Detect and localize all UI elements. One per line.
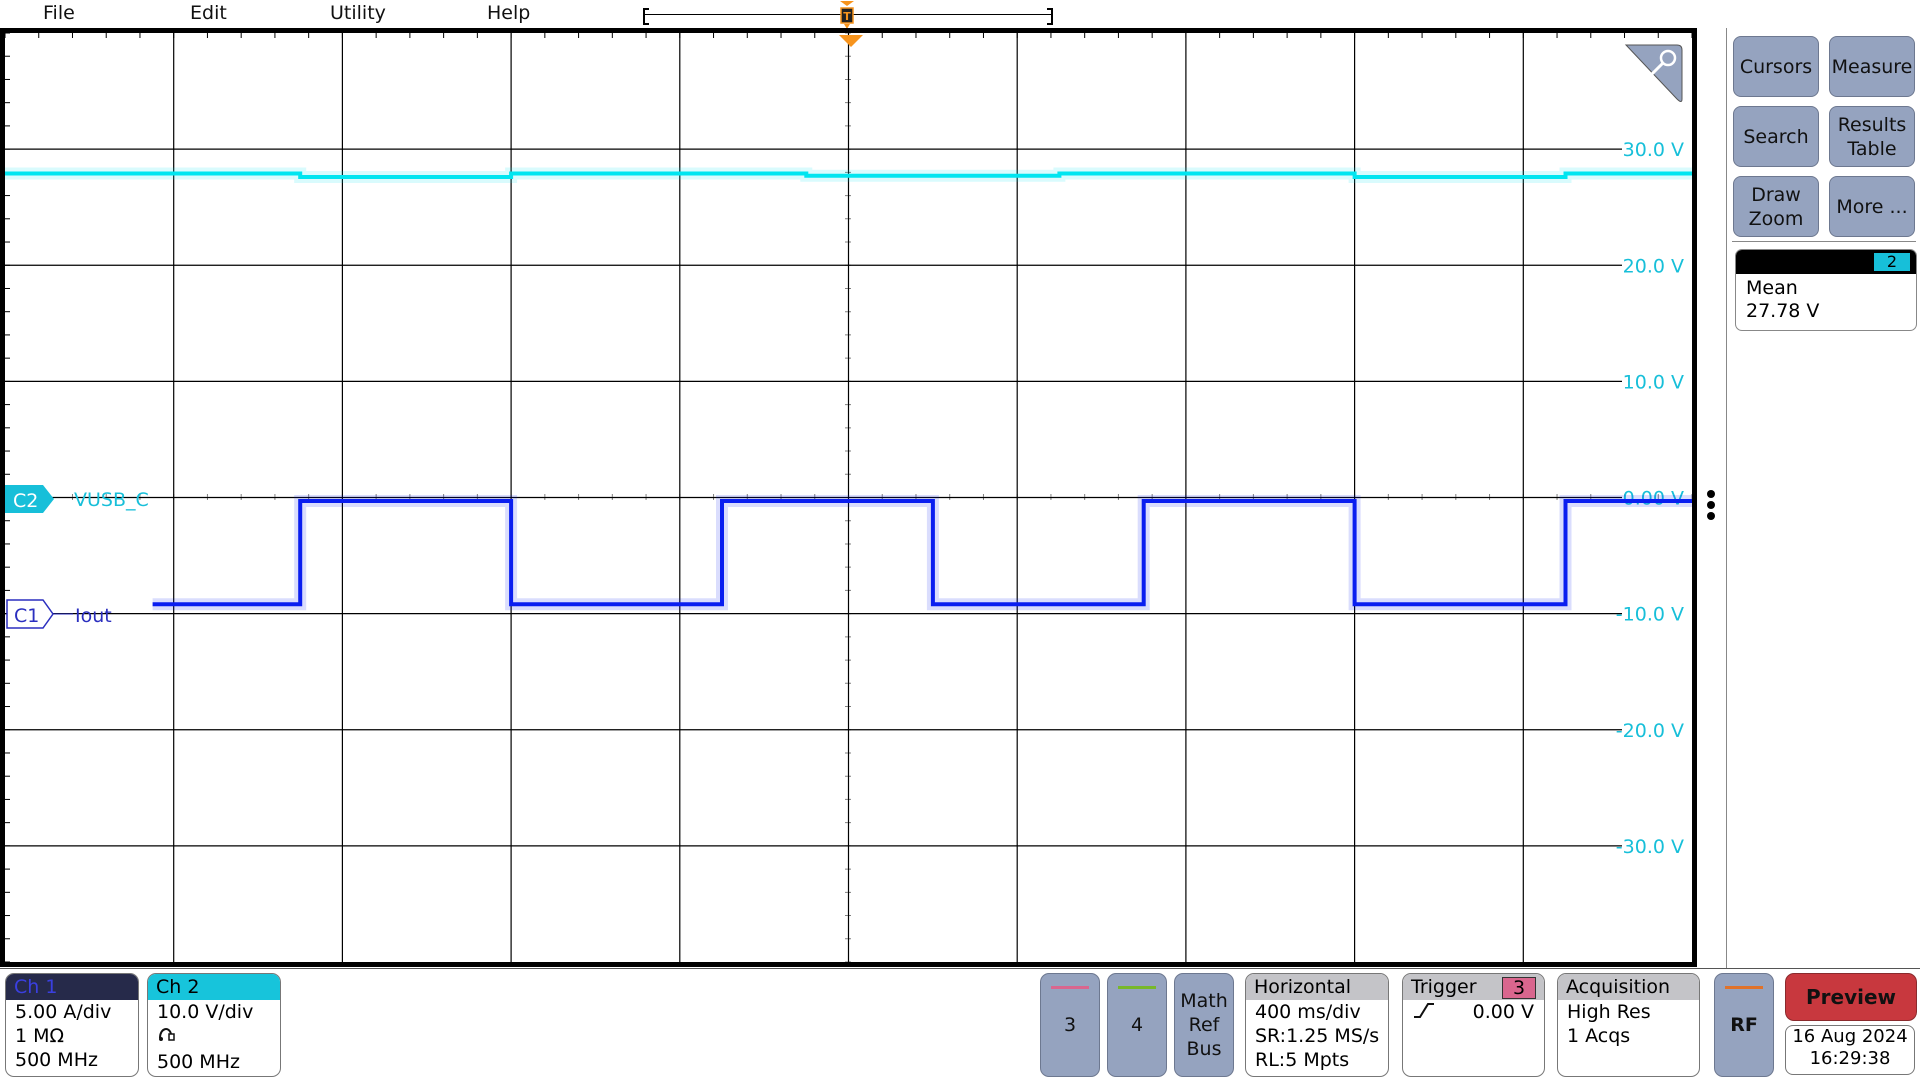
measurement-badge-mean[interactable]: 2 Mean 27.78 V [1735,249,1917,331]
scale-label: 30.0 V [1623,139,1684,161]
rf-button[interactable]: RF [1714,973,1774,1077]
ch1-impedance: 1 MΩ [15,1025,65,1047]
horizontal-title: Horizontal [1246,974,1388,1000]
cursors-button[interactable]: Cursors [1733,36,1819,97]
ch1-badge[interactable]: Ch 1 5.00 A/div 1 MΩ 500 MHz [5,973,139,1077]
ch2-ground-marker[interactable]: C2 VUSB_C [5,485,149,513]
rf-color-stripe [1725,986,1763,989]
trigger-position-label: T [843,10,851,23]
menu-file[interactable]: File [43,2,75,24]
ch3-label: 3 [1063,1014,1077,1036]
date: 16 Aug 2024 [1792,1026,1908,1047]
acquisition-badge[interactable]: Acquisition High Res 1 Acqs [1557,973,1700,1077]
ch1-badge-title: Ch 1 [6,974,138,1000]
measurement-value: 27.78 V [1746,300,1820,322]
draw-zoom-button[interactable]: Draw Zoom [1733,176,1819,237]
ch1-bandwidth: 500 MHz [15,1049,98,1071]
panel-divider [1732,241,1916,242]
ch1-marker-label: C1 [14,605,39,627]
waveform-view[interactable]: 30.0 V20.0 V10.0 V0.00 V-10.0 V-20.0 V-3… [5,33,1692,962]
measurement-badge-header: 2 [1736,250,1916,274]
horizontal-badge[interactable]: Horizontal 400 ms/div SR:1.25 MS/s RL:5 … [1245,973,1389,1077]
trigger-position-icon[interactable]: T [839,0,855,30]
search-button[interactable]: Search [1733,106,1819,167]
timeline-bracket-right [1047,8,1053,25]
ch3-color-stripe [1051,986,1089,989]
measurement-source-tag: 2 [1874,253,1910,271]
menu-help[interactable]: Help [487,2,530,24]
ch3-button[interactable]: 3 [1040,973,1100,1077]
measurement-name: Mean [1746,277,1798,299]
probe-icon [148,1024,280,1050]
results-table-button[interactable]: Results Table [1829,106,1915,167]
scale-label: 10.0 V [1623,371,1684,393]
scale-label: 20.0 V [1623,255,1684,277]
scale-label: -30.0 V [1616,836,1684,858]
horizontal-scale: 400 ms/div [1255,1001,1361,1023]
ch2-trace-label: VUSB_C [74,489,149,511]
ch2-badge-title: Ch 2 [148,974,280,1000]
record-length: RL:5 Mpts [1255,1049,1350,1071]
more-button[interactable]: More ... [1829,176,1915,237]
ch4-button[interactable]: 4 [1107,973,1167,1077]
ch2-bandwidth: 500 MHz [157,1051,240,1073]
trigger-source-tag: 3 [1502,977,1536,999]
trigger-title: Trigger [1411,976,1477,998]
trigger-level-row: 0.00 V [1403,1000,1544,1026]
math-ref-bus-button[interactable]: Math Ref Bus [1174,973,1234,1077]
ch2-badge[interactable]: Ch 2 10.0 V/div 500 MHz [147,973,281,1077]
ch1-scale: 5.00 A/div [15,1001,112,1023]
date-time-display[interactable]: 16 Aug 2024 16:29:38 [1785,1025,1915,1075]
time: 16:29:38 [1809,1048,1891,1069]
ch2-marker-label: C2 [13,490,38,512]
preview-button[interactable]: Preview [1785,973,1917,1021]
trigger-level: 0.00 V [1472,1001,1534,1023]
scale-label: -10.0 V [1616,604,1684,626]
sample-rate: SR:1.25 MS/s [1255,1025,1380,1047]
acquisition-title: Acquisition [1558,974,1699,1000]
timeline-bracket-left [643,8,649,25]
measure-button[interactable]: Measure [1829,36,1915,97]
ch4-label: 4 [1130,1014,1144,1036]
rf-label: RF [1730,1014,1758,1036]
trigger-badge[interactable]: Trigger 3 0.00 V [1402,973,1545,1077]
acquisition-mode: High Res [1567,1001,1651,1023]
menu-edit[interactable]: Edit [190,2,227,24]
scale-label: -20.0 V [1616,720,1684,742]
rising-edge-icon [1414,1003,1434,1018]
menu-utility[interactable]: Utility [330,2,386,24]
ch4-color-stripe [1118,986,1156,989]
settings-bar: Ch 1 5.00 A/div 1 MΩ 500 MHz Ch 2 10.0 V… [0,968,1920,1081]
ch1-trace-label: Iout [75,605,112,627]
acquisition-count: 1 Acqs [1567,1025,1631,1047]
ch2-scale: 10.0 V/div [157,1001,254,1023]
trigger-title-bar: Trigger 3 [1403,974,1544,1000]
view-options-menu-icon[interactable] [1707,490,1717,523]
menu-bar: File Edit Utility Help T [0,0,1920,30]
right-control-panel: Cursors Measure Search Results Table Dra… [1726,28,1920,968]
